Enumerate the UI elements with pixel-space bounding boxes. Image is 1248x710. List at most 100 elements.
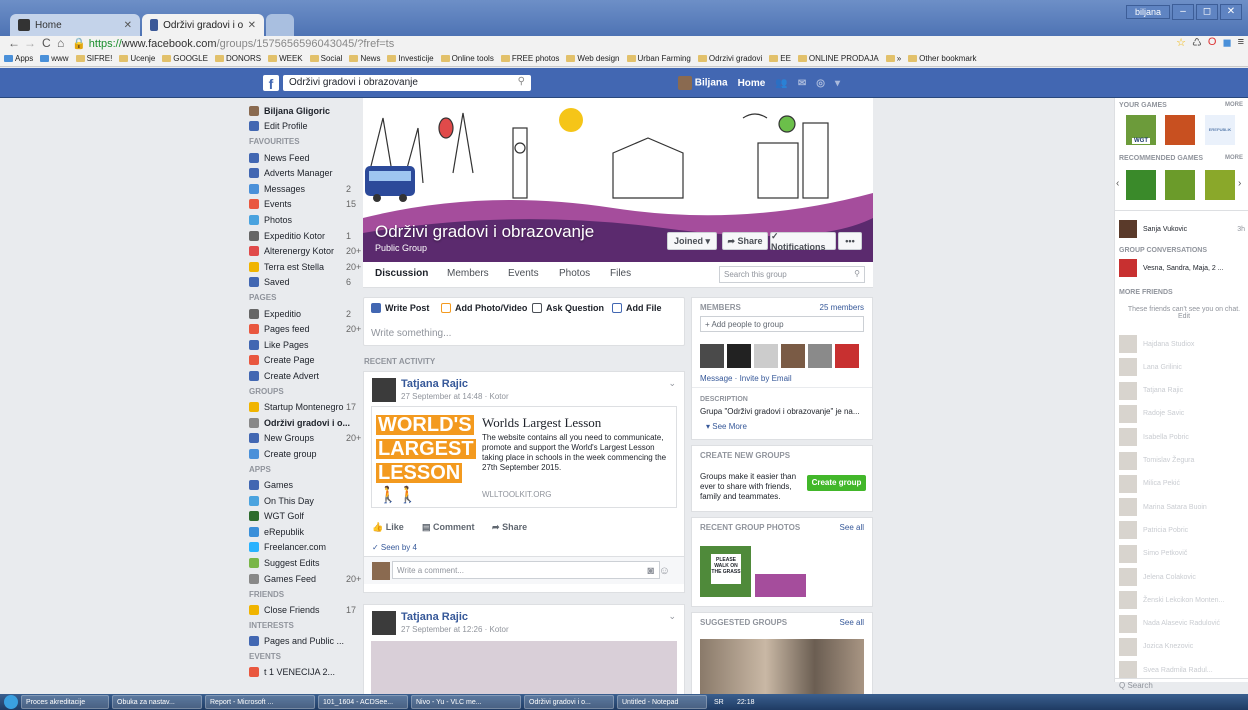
comment-button[interactable]: ▤ Comment	[422, 522, 475, 533]
see-more-link[interactable]: ▾ See More	[706, 422, 747, 431]
avatar[interactable]	[727, 344, 751, 368]
chat-friend[interactable]: Isabella Pobric	[1119, 427, 1245, 447]
game-erepublik-icon[interactable]: EREPUBLIK	[1205, 115, 1235, 145]
composer-input[interactable]: Write something...	[371, 328, 451, 339]
chevron-left-icon[interactable]: ‹	[1116, 178, 1119, 189]
see-all-link[interactable]: See all	[840, 523, 864, 532]
chat-friend[interactable]: Patricia Pobric	[1119, 520, 1245, 540]
tab-photos[interactable]: Photos	[559, 268, 590, 279]
home-link[interactable]: Home	[738, 78, 766, 89]
bookmark-item[interactable]: Web design	[566, 54, 620, 63]
camera-icon[interactable]: ◙	[647, 565, 654, 577]
left-nav-item[interactable]: Create Page	[249, 353, 359, 369]
post-image[interactable]	[371, 641, 677, 695]
avatar[interactable]	[808, 344, 832, 368]
left-nav-item[interactable]: Alterenergy Kotor 20+	[249, 243, 361, 259]
link-preview[interactable]: WORLD'S LARGEST LESSON 🚶🚶 Worlds Largest…	[371, 406, 677, 508]
tab-members[interactable]: Members	[447, 268, 489, 279]
taskbar-item[interactable]: Untitled - Notepad	[617, 695, 707, 709]
post-meta[interactable]: 27 September at 12:26 · Kotor	[401, 625, 509, 634]
left-nav-item[interactable]: t 1 VENECIJA 2...	[249, 664, 359, 680]
avatar[interactable]	[781, 344, 805, 368]
chat-friend[interactable]: Hajdana Studiox	[1119, 334, 1245, 354]
left-nav-item[interactable]: Suggest Edits	[249, 555, 359, 571]
left-nav-item[interactable]: Pages feed 20+	[249, 321, 361, 337]
chevron-right-icon[interactable]: ›	[1238, 178, 1241, 189]
group-photo[interactable]	[755, 546, 806, 597]
game-icon[interactable]	[1126, 170, 1156, 200]
notifications-button[interactable]: ✓ Notifications	[770, 231, 836, 252]
messages-icon[interactable]: ✉	[798, 78, 806, 89]
more-button[interactable]: •••	[838, 232, 862, 250]
bookmark-item[interactable]: »	[885, 54, 901, 63]
chat-friend[interactable]: Marina Satara Buoin	[1119, 497, 1245, 517]
joined-button[interactable]: Joined ▾	[667, 232, 717, 250]
add-people-input[interactable]: + Add people to group	[700, 316, 864, 332]
taskbar-item[interactable]: Održivi gradovi i o...	[524, 695, 614, 709]
see-all-link[interactable]: See all	[840, 618, 864, 627]
left-nav-item[interactable]: Freelancer.com	[249, 540, 359, 556]
bookmark-item[interactable]: Odrzivi gradovi	[697, 54, 762, 63]
tab-group[interactable]: Održivi gradovi i obrazov... ✕	[142, 14, 264, 36]
start-button-icon[interactable]	[4, 695, 18, 709]
maximize-icon[interactable]: ◻	[1196, 4, 1218, 20]
chevron-down-icon[interactable]: ⌄	[668, 378, 676, 389]
avatar[interactable]	[835, 344, 859, 368]
bookmark-item[interactable]: DONORS	[214, 54, 261, 63]
avatar[interactable]	[754, 344, 778, 368]
bookmark-item[interactable]: FREE photos	[500, 54, 559, 63]
close-window-icon[interactable]: ✕	[1220, 4, 1242, 20]
chat-friend[interactable]: Lana Grilinic	[1119, 357, 1245, 377]
left-nav-item[interactable]: Games Feed 20+	[249, 571, 361, 587]
minimize-icon[interactable]: –	[1172, 4, 1194, 20]
left-nav-item[interactable]: Create Advert	[249, 368, 359, 384]
extension-icon[interactable]: ♺	[1192, 36, 1202, 49]
taskbar-item[interactable]: Nivo - Yu - VLC me...	[411, 695, 521, 709]
left-nav-item[interactable]: Saved 6	[249, 275, 359, 291]
left-nav-item[interactable]: Like Pages	[249, 337, 359, 353]
game-wgt-icon[interactable]: WGT	[1126, 115, 1156, 145]
chat-friend[interactable]: Ženski Lekcikon Monten...	[1119, 590, 1245, 610]
notifications-icon[interactable]: ◎	[816, 78, 825, 89]
left-nav-item[interactable]: WGT Golf	[249, 508, 359, 524]
chat-contact[interactable]: Sanja Vukovic 3h	[1119, 219, 1245, 239]
create-group-button[interactable]: Create group	[807, 475, 866, 491]
game-icon[interactable]	[1205, 170, 1235, 200]
bookmark-item[interactable]: WEEK	[268, 54, 303, 63]
left-nav-item[interactable]: On This Day	[249, 493, 359, 509]
tab-files[interactable]: Files	[610, 268, 631, 279]
close-tab-icon[interactable]: ✕	[124, 20, 132, 31]
share-post-button[interactable]: ➦ Share	[492, 522, 527, 533]
left-nav-item[interactable]: Pages and Public ...	[249, 633, 359, 649]
avatar[interactable]	[372, 378, 396, 402]
message-invite-links[interactable]: Message · Invite by Email	[700, 374, 792, 383]
add-photo-tab[interactable]: Add Photo/Video	[441, 303, 527, 313]
comment-input[interactable]: Write a comment...	[392, 561, 660, 579]
facebook-search-input[interactable]: Održivi gradovi i obrazovanje ⚲	[283, 75, 531, 91]
left-nav-item[interactable]: Close Friends 17	[249, 602, 359, 618]
chat-friend[interactable]: Simo Petkovič	[1119, 544, 1245, 564]
star-icon[interactable]: ☆	[1176, 36, 1186, 49]
post-meta[interactable]: 27 September at 14:48 · Kotor	[401, 392, 509, 401]
link-title[interactable]: Worlds Largest Lesson	[482, 415, 601, 431]
bookmark-item[interactable]: Social	[309, 54, 342, 63]
bookmark-item[interactable]: EE	[769, 54, 791, 63]
reload-icon[interactable]: C	[42, 36, 51, 50]
chat-friend[interactable]: Radoje Savic	[1119, 404, 1245, 424]
left-nav-item[interactable]: Expeditio Kotor 1	[249, 228, 359, 244]
bookmark-item[interactable]: News	[349, 54, 380, 63]
bookmark-item[interactable]: Online tools	[440, 54, 494, 63]
bookmark-item[interactable]: Ucenje	[119, 54, 155, 63]
left-nav-item[interactable]: Create group	[249, 446, 359, 462]
share-button[interactable]: ➦ Share	[722, 232, 768, 250]
left-nav-item[interactable]: News Feed	[249, 150, 359, 166]
tab-events[interactable]: Events	[508, 268, 539, 279]
add-file-tab[interactable]: Add File	[612, 303, 662, 313]
post-author[interactable]: Tatjana Rajic	[401, 611, 468, 623]
home-icon[interactable]: ⌂	[57, 36, 64, 50]
left-nav-item[interactable]: Photos	[249, 212, 359, 228]
more-link[interactable]: MORE	[1225, 155, 1243, 161]
profile-link[interactable]: Biljana	[678, 76, 728, 90]
chat-friend[interactable]: Jelena Colakovic	[1119, 567, 1245, 587]
forward-icon[interactable]: →	[24, 36, 36, 50]
